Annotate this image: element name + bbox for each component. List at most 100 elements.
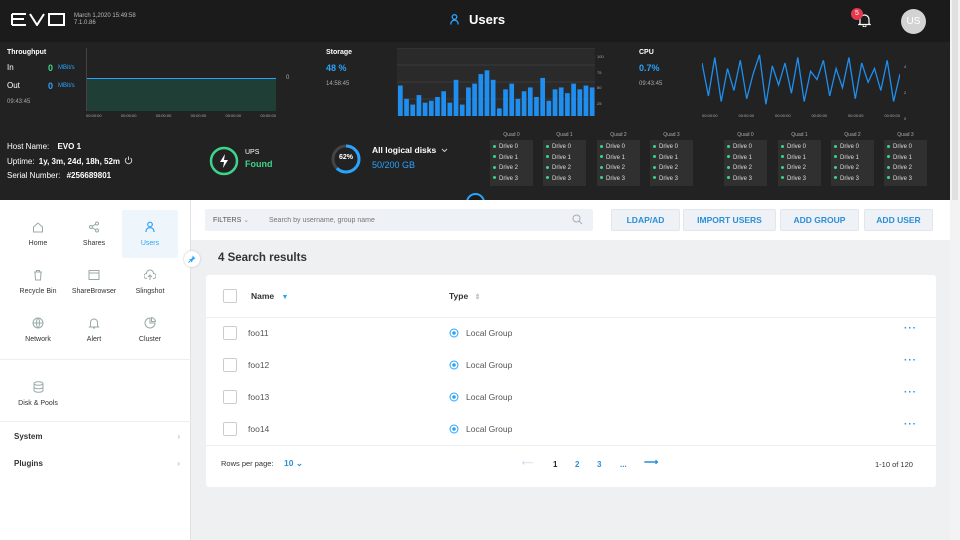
row-checkbox[interactable] — [223, 422, 237, 436]
user-icon — [145, 221, 155, 233]
nav-home[interactable]: Home — [10, 210, 66, 258]
drive-item: Drive 3 — [887, 174, 924, 185]
row-checkbox[interactable] — [223, 326, 237, 340]
evo-logo — [11, 13, 65, 26]
avatar[interactable]: US — [901, 9, 926, 34]
filters-dropdown[interactable]: FILTERS ⌄ — [213, 216, 249, 224]
add-group-button[interactable]: ADD GROUP — [780, 209, 859, 231]
storage-bar — [583, 85, 589, 116]
column-header-name[interactable]: Name ▼ — [251, 291, 288, 301]
users-table: Name ▼ Type ⇕ foo11 Local Group ··· foo12 Lo… — [206, 275, 936, 487]
add-user-button[interactable]: ADD USER — [864, 209, 933, 231]
quad-table: Quad 0 Drive 0 Drive 1 Drive 2 Drive 3 — [724, 132, 767, 186]
nav-label: Network — [25, 336, 51, 343]
nav-shares[interactable]: Shares — [66, 210, 122, 258]
row-more-options-icon[interactable]: ··· — [904, 387, 917, 398]
nav-disk-pools[interactable]: Disk & Pools — [10, 370, 66, 418]
chevron-right-icon: › — [177, 432, 180, 441]
storage-bar — [571, 83, 576, 116]
disk-percent: 62% — [338, 154, 353, 161]
version: 7.1.0.86 — [74, 20, 96, 26]
drive-item: Drive 1 — [834, 153, 871, 164]
row-more-options-icon[interactable]: ··· — [904, 323, 917, 334]
page-scrollbar[interactable] — [950, 0, 960, 540]
quad-label: Quad 1 — [556, 132, 573, 138]
chevron-down-icon — [441, 148, 448, 152]
storage-bar — [422, 102, 428, 116]
local-group-icon — [449, 360, 459, 370]
nav-label: Cluster — [138, 336, 162, 343]
storage-bar — [540, 77, 545, 116]
throughput-in-unit: MBit/s — [58, 65, 75, 71]
next-page-arrow-icon[interactable]: ⟶ — [644, 457, 658, 468]
table-row[interactable]: foo14 Local Group ··· — [206, 413, 936, 445]
row-checkbox[interactable] — [223, 390, 237, 404]
drive-item: Drive 1 — [546, 153, 583, 164]
nav-users[interactable]: Users — [122, 210, 178, 258]
nav-label: Slingshot — [135, 288, 165, 295]
row-checkbox[interactable] — [223, 358, 237, 372]
row-type: Local Group — [466, 328, 513, 338]
quad-label: Quad 2 — [844, 132, 861, 138]
nav-alert[interactable]: Alert — [66, 306, 122, 354]
power-icon — [125, 156, 133, 164]
storage-bar — [497, 108, 502, 116]
prev-page-arrow-icon[interactable]: ⟵ — [522, 458, 533, 467]
table-row[interactable]: foo12 Local Group ··· — [206, 349, 936, 381]
sidebar-item-plugins[interactable]: Plugins › — [14, 459, 180, 468]
drive-item: Drive 3 — [600, 174, 637, 185]
pin-sidebar-button[interactable] — [184, 251, 200, 267]
storage-bar — [472, 83, 477, 116]
drive-item: Drive 1 — [653, 153, 690, 164]
drive-item: Drive 1 — [727, 153, 764, 164]
drive-list: Drive 0 Drive 1 Drive 2 Drive 3 — [778, 140, 821, 186]
nav-label: Alert — [86, 336, 102, 343]
pie-icon — [144, 317, 156, 329]
drive-item: Drive 1 — [781, 153, 818, 164]
table-row[interactable]: foo11 Local Group ··· — [206, 317, 936, 349]
column-header-type[interactable]: Type ⇕ — [449, 291, 480, 301]
throughput-chart — [86, 48, 276, 111]
chevron-down-icon: ⌄ — [295, 458, 303, 468]
nav-network[interactable]: Network — [10, 306, 66, 354]
disk-selector[interactable]: All logical disks — [372, 145, 448, 155]
row-name: foo13 — [248, 392, 270, 402]
select-all-checkbox[interactable] — [223, 289, 237, 303]
chevron-down-icon: ⌄ — [243, 217, 250, 224]
page-3[interactable]: 3 — [597, 460, 601, 469]
storage-bar — [527, 87, 533, 116]
search-input[interactable] — [269, 212, 569, 228]
quad-label: Quad 2 — [610, 132, 627, 138]
database-icon — [33, 381, 43, 393]
ldap-ad-button[interactable]: LDAP/AD — [611, 209, 680, 231]
sidebar-item-system[interactable]: System › — [14, 432, 180, 441]
storage-bar — [546, 100, 552, 116]
page-2[interactable]: 2 — [575, 460, 579, 469]
nav-recycle-bin[interactable]: Recycle Bin — [10, 258, 66, 306]
drive-item: Drive 3 — [653, 174, 690, 185]
page-1[interactable]: 1 — [553, 460, 557, 469]
row-more-options-icon[interactable]: ··· — [904, 419, 917, 430]
nav-sharebrowser[interactable]: ShareBrowser — [66, 258, 122, 306]
row-type: Local Group — [466, 392, 513, 402]
scrollbar-thumb[interactable] — [952, 0, 958, 200]
nav-label: Recycle Bin — [19, 288, 57, 295]
nav-grid: Home Shares Users Recycle Bin ShareBrowser Sl… — [10, 210, 178, 354]
throughput-label: Throughput — [7, 49, 47, 56]
rows-per-page-select[interactable]: 10 ⌄ — [284, 458, 303, 469]
nav-slingshot[interactable]: Slingshot — [122, 258, 178, 306]
drive-item: Drive 2 — [600, 163, 637, 174]
storage-bar — [398, 85, 403, 116]
drive-item: Drive 2 — [834, 163, 871, 174]
page-ellipsis[interactable]: ... — [620, 460, 627, 469]
table-row[interactable]: foo13 Local Group ··· — [206, 381, 936, 413]
quad-table: Quad 2 Drive 0 Drive 1 Drive 2 Drive 3 — [831, 132, 874, 186]
import-users-button[interactable]: IMPORT USERS — [683, 209, 776, 231]
nav-cluster[interactable]: Cluster — [122, 306, 178, 354]
storage-chart — [397, 48, 595, 116]
quad-label: Quad 0 — [503, 132, 520, 138]
search-icon[interactable] — [572, 214, 583, 225]
row-more-options-icon[interactable]: ··· — [904, 355, 917, 366]
cpu-label: CPU — [639, 49, 654, 56]
divider — [0, 421, 191, 422]
